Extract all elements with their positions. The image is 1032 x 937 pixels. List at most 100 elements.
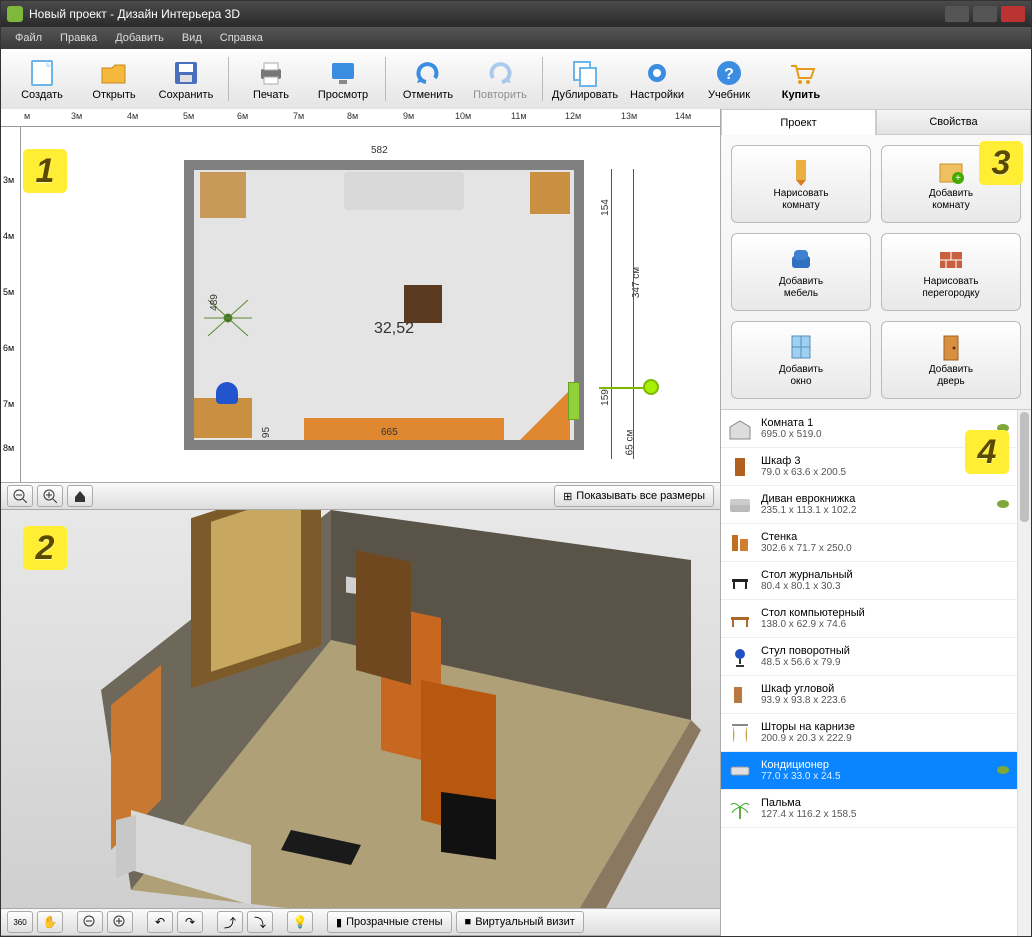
visibility-toggle[interactable] bbox=[997, 652, 1011, 662]
tilt-down-button[interactable]: ⤵ bbox=[247, 911, 273, 933]
room-outline[interactable]: 32,52 bbox=[184, 160, 584, 450]
chair-plan[interactable] bbox=[216, 382, 238, 404]
object-item[interactable]: Диван еврокнижка 235.1 x 113.1 x 102.2 bbox=[721, 486, 1017, 524]
object-item[interactable]: Кондиционер 77.0 x 33.0 x 24.5 bbox=[721, 752, 1017, 790]
gear-icon bbox=[641, 57, 673, 89]
visibility-toggle[interactable] bbox=[997, 804, 1011, 814]
show-all-dims-button[interactable]: ⊞Показывать все размеры bbox=[554, 485, 714, 507]
undo-button[interactable]: Отменить bbox=[395, 52, 461, 106]
rotate-left-button[interactable]: ↶ bbox=[147, 911, 173, 933]
object-item[interactable]: Шторы на карнизе 200.9 x 20.3 x 222.9 bbox=[721, 714, 1017, 752]
visibility-toggle[interactable] bbox=[997, 576, 1011, 586]
close-button[interactable] bbox=[1001, 6, 1025, 22]
visibility-toggle[interactable] bbox=[997, 614, 1011, 624]
object-item[interactable]: Стол компьютерный 138.0 x 62.9 x 74.6 bbox=[721, 600, 1017, 638]
visibility-toggle[interactable] bbox=[997, 690, 1011, 700]
object-dims: 235.1 x 113.1 x 102.2 bbox=[761, 505, 997, 516]
view-3d[interactable]: 2 bbox=[1, 510, 720, 908]
cart-icon bbox=[785, 57, 817, 89]
right-tabs: Проект Свойства bbox=[721, 109, 1031, 135]
menu-add[interactable]: Добавить bbox=[107, 30, 172, 46]
draw-partition-button[interactable]: Нарисоватьперегородку bbox=[881, 233, 1021, 311]
tab-properties[interactable]: Свойства bbox=[876, 109, 1031, 135]
annotation-1: 1 bbox=[23, 149, 67, 193]
save-button[interactable]: Сохранить bbox=[153, 52, 219, 106]
zoom-in-3d-button[interactable] bbox=[107, 911, 133, 933]
desk-plan[interactable] bbox=[194, 398, 252, 438]
object-name: Диван еврокнижка bbox=[761, 493, 997, 505]
corner-wardrobe-plan[interactable] bbox=[200, 172, 246, 218]
print-button[interactable]: Печать bbox=[238, 52, 304, 106]
scrollbar[interactable] bbox=[1017, 410, 1031, 936]
wallunit-plan[interactable] bbox=[304, 418, 504, 440]
visibility-toggle[interactable] bbox=[997, 766, 1011, 776]
settings-button[interactable]: Настройки bbox=[624, 52, 690, 106]
object-item[interactable]: Пальма 127.4 x 116.2 x 158.5 bbox=[721, 790, 1017, 828]
redo-button[interactable]: Повторить bbox=[467, 52, 533, 106]
objects-list: Комната 1 695.0 x 519.0 Шкаф 3 79.0 x 63… bbox=[721, 409, 1031, 936]
rotate-360-button[interactable]: 360 bbox=[7, 911, 33, 933]
object-item[interactable]: Стол журнальный 80.4 x 80.1 x 30.3 bbox=[721, 562, 1017, 600]
object-icon bbox=[727, 644, 753, 670]
wardrobe-plan[interactable] bbox=[530, 172, 570, 214]
scroll-thumb[interactable] bbox=[1020, 412, 1029, 522]
annotation-3: 3 bbox=[979, 141, 1023, 185]
plan-view[interactable]: 3м 4м 5м 6м 7м 8м bbox=[1, 127, 720, 482]
window-controls bbox=[945, 6, 1025, 22]
tv-corner-plan[interactable] bbox=[520, 390, 570, 440]
tilt-up-button[interactable]: ⤴ bbox=[217, 911, 243, 933]
plan-canvas[interactable]: 32,52 582 154 347 см 159 65 см 489 665 9… bbox=[21, 127, 720, 482]
preview-button[interactable]: Просмотр bbox=[310, 52, 376, 106]
menu-help[interactable]: Справка bbox=[212, 30, 271, 46]
menu-edit[interactable]: Правка bbox=[52, 30, 105, 46]
duplicate-button[interactable]: Дублировать bbox=[552, 52, 618, 106]
object-item[interactable]: Шкаф угловой 93.9 x 93.8 x 223.6 bbox=[721, 676, 1017, 714]
help-icon: ? bbox=[713, 57, 745, 89]
object-name: Шторы на карнизе bbox=[761, 721, 997, 733]
menu-file[interactable]: Файл bbox=[7, 30, 50, 46]
light-button[interactable]: 💡 bbox=[287, 911, 313, 933]
ruler-vertical: 3м 4м 5м 6м 7м 8м bbox=[1, 127, 21, 482]
duplicate-icon bbox=[569, 57, 601, 89]
buy-button[interactable]: Купить bbox=[768, 52, 834, 106]
object-dims: 127.4 x 116.2 x 158.5 bbox=[761, 809, 997, 820]
svg-text:+: + bbox=[955, 173, 961, 184]
visibility-toggle[interactable] bbox=[997, 538, 1011, 548]
annotation-4: 4 bbox=[965, 430, 1009, 474]
home-button[interactable] bbox=[67, 485, 93, 507]
ac-plan[interactable] bbox=[568, 382, 580, 420]
handle-icon[interactable] bbox=[643, 379, 659, 395]
draw-room-button[interactable]: Нарисоватькомнату bbox=[731, 145, 871, 223]
object-icon bbox=[727, 720, 753, 746]
add-furniture-button[interactable]: Добавитьмебель bbox=[731, 233, 871, 311]
sofa-plan[interactable] bbox=[344, 172, 464, 210]
object-dims: 77.0 x 33.0 x 24.5 bbox=[761, 771, 997, 782]
rotate-right-button[interactable]: ↷ bbox=[177, 911, 203, 933]
minimize-button[interactable] bbox=[945, 6, 969, 22]
tab-project[interactable]: Проект bbox=[721, 109, 876, 135]
zoom-out-button[interactable] bbox=[7, 485, 33, 507]
virtual-visit-button[interactable]: ■Виртуальный визит bbox=[456, 911, 584, 933]
open-button[interactable]: Открыть bbox=[81, 52, 147, 106]
maximize-button[interactable] bbox=[973, 6, 997, 22]
visibility-toggle[interactable] bbox=[997, 728, 1011, 738]
object-item[interactable]: Стул поворотный 48.5 x 56.6 x 79.9 bbox=[721, 638, 1017, 676]
zoom-in-button[interactable] bbox=[37, 485, 63, 507]
pan-button[interactable]: ✋ bbox=[37, 911, 63, 933]
visibility-toggle[interactable] bbox=[997, 500, 1011, 510]
transparent-walls-button[interactable]: ▮Прозрачные стены bbox=[327, 911, 452, 933]
help-button[interactable]: ?Учебник bbox=[696, 52, 762, 106]
folder-open-icon bbox=[98, 57, 130, 89]
titlebar: Новый проект - Дизайн Интерьера 3D bbox=[1, 1, 1031, 27]
object-name: Стол компьютерный bbox=[761, 607, 997, 619]
add-window-button[interactable]: Добавитьокно bbox=[731, 321, 871, 399]
zoom-out-3d-button[interactable] bbox=[77, 911, 103, 933]
app-icon bbox=[7, 6, 23, 22]
object-icon bbox=[727, 416, 753, 442]
menu-view[interactable]: Вид bbox=[174, 30, 210, 46]
create-button[interactable]: Создать bbox=[9, 52, 75, 106]
add-door-button[interactable]: Добавитьдверь bbox=[881, 321, 1021, 399]
object-item[interactable]: Стенка 302.6 x 71.7 x 250.0 bbox=[721, 524, 1017, 562]
table-plan[interactable] bbox=[404, 285, 442, 323]
object-dims: 302.6 x 71.7 x 250.0 bbox=[761, 543, 997, 554]
